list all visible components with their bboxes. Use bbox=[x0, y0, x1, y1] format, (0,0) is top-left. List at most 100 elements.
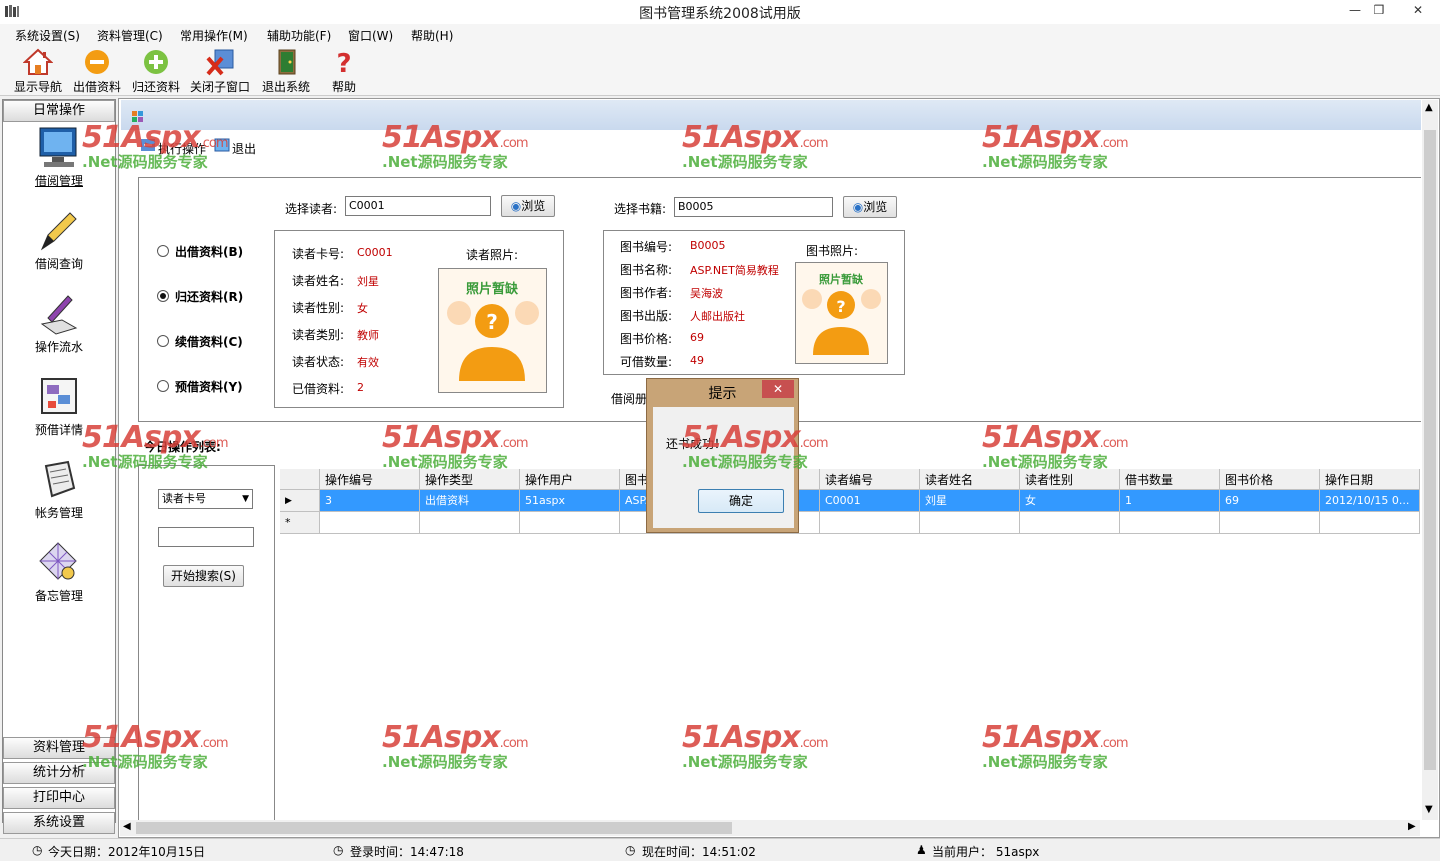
grid-cell-empty[interactable] bbox=[420, 512, 520, 534]
menu-help[interactable]: 帮助(H) bbox=[411, 27, 453, 44]
grid-header-cell[interactable]: 读者性别 bbox=[1020, 469, 1120, 490]
scroll-icon bbox=[44, 460, 76, 498]
nav-item-operation-log[interactable]: 操作流水 bbox=[3, 292, 115, 355]
book-price-label: 图书价格: bbox=[620, 332, 673, 346]
grid-cell-empty[interactable] bbox=[1020, 512, 1120, 534]
nav-header-daily[interactable]: 日常操作 bbox=[3, 100, 115, 122]
grid-cell-empty[interactable] bbox=[1220, 512, 1320, 534]
nav-section-statistics[interactable]: 统计分析 bbox=[3, 762, 115, 784]
reader-photo-label: 读者照片: bbox=[466, 248, 519, 262]
nav-item-accounts[interactable]: 帐务管理 bbox=[3, 458, 115, 521]
grid-header-cell[interactable]: 操作类型 bbox=[420, 469, 520, 490]
search-input[interactable] bbox=[158, 527, 254, 547]
close-window-button[interactable]: ✕ bbox=[1400, 0, 1436, 20]
grid-header-cell[interactable]: 操作用户 bbox=[520, 469, 620, 490]
grid-cell[interactable]: 出借资料 bbox=[420, 490, 520, 512]
grid-corner bbox=[280, 469, 320, 490]
nav-item-memo[interactable]: 备忘管理 bbox=[3, 541, 115, 604]
grid-header-cell[interactable]: 读者编号 bbox=[820, 469, 920, 490]
grid-header-cell[interactable]: 借书数量 bbox=[1120, 469, 1220, 490]
grid-cell[interactable]: 刘星 bbox=[920, 490, 1020, 512]
browse-book-button[interactable]: ◉浏览 bbox=[843, 196, 897, 218]
menu-auxiliary[interactable]: 辅助功能(F) bbox=[267, 27, 331, 44]
grid-header-cell[interactable]: 操作日期 bbox=[1320, 469, 1420, 490]
reader-input[interactable]: C0001 bbox=[345, 196, 491, 216]
grid-cell[interactable]: C0001 bbox=[820, 490, 920, 512]
grid-cell[interactable]: 51aspx bbox=[520, 490, 620, 512]
dialog-ok-button[interactable]: 确定 bbox=[698, 489, 784, 513]
browse-reader-button[interactable]: ◉浏览 bbox=[501, 195, 555, 217]
reader-photo: 照片暂缺 ? bbox=[438, 268, 547, 393]
menu-common-operations[interactable]: 常用操作(M) bbox=[180, 27, 248, 44]
book-publisher-value: 人邮出版社 bbox=[690, 310, 745, 323]
scroll-left-icon[interactable]: ◀ bbox=[123, 821, 131, 832]
grid-header-cell[interactable]: 读者姓名 bbox=[920, 469, 1020, 490]
nav-item-borrow-management[interactable]: 借阅管理 bbox=[3, 126, 115, 189]
nav-item-label: 操作流水 bbox=[34, 340, 83, 354]
row-indicator-current[interactable]: ▶ bbox=[280, 490, 320, 512]
exit-system-label: 退出系统 bbox=[261, 80, 310, 94]
dialog-close-button[interactable]: ✕ bbox=[762, 380, 794, 398]
nav-section-print-center[interactable]: 打印中心 bbox=[3, 787, 115, 809]
photo-placeholder-text: 照片暂缺 bbox=[819, 272, 864, 286]
nav-item-label: 帐务管理 bbox=[34, 506, 83, 520]
search-field-select[interactable]: 读者卡号 ▼ bbox=[158, 489, 253, 509]
home-icon bbox=[23, 48, 53, 75]
nav-section-system-settings[interactable]: 系统设置 bbox=[3, 812, 115, 834]
grid-header-cell[interactable]: 图书价格 bbox=[1220, 469, 1320, 490]
vertical-scroll-thumb[interactable] bbox=[1424, 130, 1436, 770]
grid-cell[interactable]: 3 bbox=[320, 490, 420, 512]
diagram-icon bbox=[41, 378, 77, 414]
grid-cell-empty[interactable] bbox=[1320, 512, 1420, 534]
reader-name-value: 刘星 bbox=[357, 275, 379, 288]
grid-cell[interactable]: 女 bbox=[1020, 490, 1120, 512]
exit-system-button[interactable]: 退出系统 bbox=[256, 48, 316, 94]
close-child-button[interactable]: 关闭子窗口 bbox=[190, 48, 250, 94]
start-search-button[interactable]: 开始搜索(S) bbox=[163, 565, 244, 587]
book-available-label: 可借数量: bbox=[620, 355, 673, 369]
grid-cell[interactable]: 1 bbox=[1120, 490, 1220, 512]
horizontal-scroll-thumb[interactable] bbox=[136, 822, 732, 834]
exit-button[interactable]: 退出 bbox=[232, 140, 256, 157]
radio-reserve-label[interactable]: 预借资料(Y) bbox=[175, 378, 243, 395]
radio-renew-label[interactable]: 续借资料(C) bbox=[175, 333, 243, 350]
grid-cell-empty[interactable] bbox=[1120, 512, 1220, 534]
return-label: 归还资料 bbox=[131, 80, 180, 94]
grid-cell-empty[interactable] bbox=[320, 512, 420, 534]
grid-cell[interactable]: 69 bbox=[1220, 490, 1320, 512]
book-id-value: B0005 bbox=[690, 239, 726, 252]
menu-system-settings[interactable]: 系统设置(S) bbox=[15, 27, 80, 44]
grid-cell-empty[interactable] bbox=[820, 512, 920, 534]
grid-cell-empty[interactable] bbox=[520, 512, 620, 534]
menu-window[interactable]: 窗口(W) bbox=[348, 27, 393, 44]
scroll-down-icon[interactable]: ▼ bbox=[1425, 804, 1433, 815]
radio-return[interactable] bbox=[157, 290, 169, 302]
nav-section-data-management[interactable]: 资料管理 bbox=[3, 737, 115, 759]
grid-cell[interactable]: 2012/10/15 0... bbox=[1320, 490, 1420, 512]
scroll-right-icon[interactable]: ▶ bbox=[1408, 821, 1416, 832]
radio-lend[interactable] bbox=[157, 245, 169, 257]
help-button[interactable]: ? 帮助 bbox=[314, 48, 374, 94]
book-input[interactable]: B0005 bbox=[674, 197, 833, 217]
lend-button[interactable]: 出借资料 bbox=[67, 48, 127, 94]
radio-return-label[interactable]: 归还资料(R) bbox=[175, 288, 243, 305]
execute-button[interactable]: 执行操作 bbox=[158, 140, 206, 157]
search-globe-icon: ◉ bbox=[852, 200, 864, 214]
restore-button[interactable]: ❒ bbox=[1364, 0, 1394, 20]
show-nav-button[interactable]: 显示导航 bbox=[8, 48, 68, 94]
radio-lend-label[interactable]: 出借资料(B) bbox=[175, 243, 243, 260]
menu-data-management[interactable]: 资料管理(C) bbox=[97, 27, 163, 44]
radio-renew[interactable] bbox=[157, 335, 169, 347]
grid-cell-empty[interactable] bbox=[920, 512, 1020, 534]
return-button[interactable]: 归还资料 bbox=[126, 48, 186, 94]
radio-reserve[interactable] bbox=[157, 380, 169, 392]
scroll-up-icon[interactable]: ▲ bbox=[1425, 102, 1433, 113]
reader-borrowed-label: 已借资料: bbox=[292, 382, 345, 396]
reader-type-label: 读者类别: bbox=[292, 328, 345, 342]
browse-label: 浏览 bbox=[521, 199, 546, 213]
status-clock-icon: ◷ bbox=[32, 843, 43, 857]
nav-item-borrow-query[interactable]: 借阅查询 bbox=[3, 209, 115, 272]
row-indicator-new[interactable]: * bbox=[280, 512, 320, 534]
grid-header-cell[interactable]: 操作编号 bbox=[320, 469, 420, 490]
nav-item-reservation-details[interactable]: 预借详情 bbox=[3, 375, 115, 438]
